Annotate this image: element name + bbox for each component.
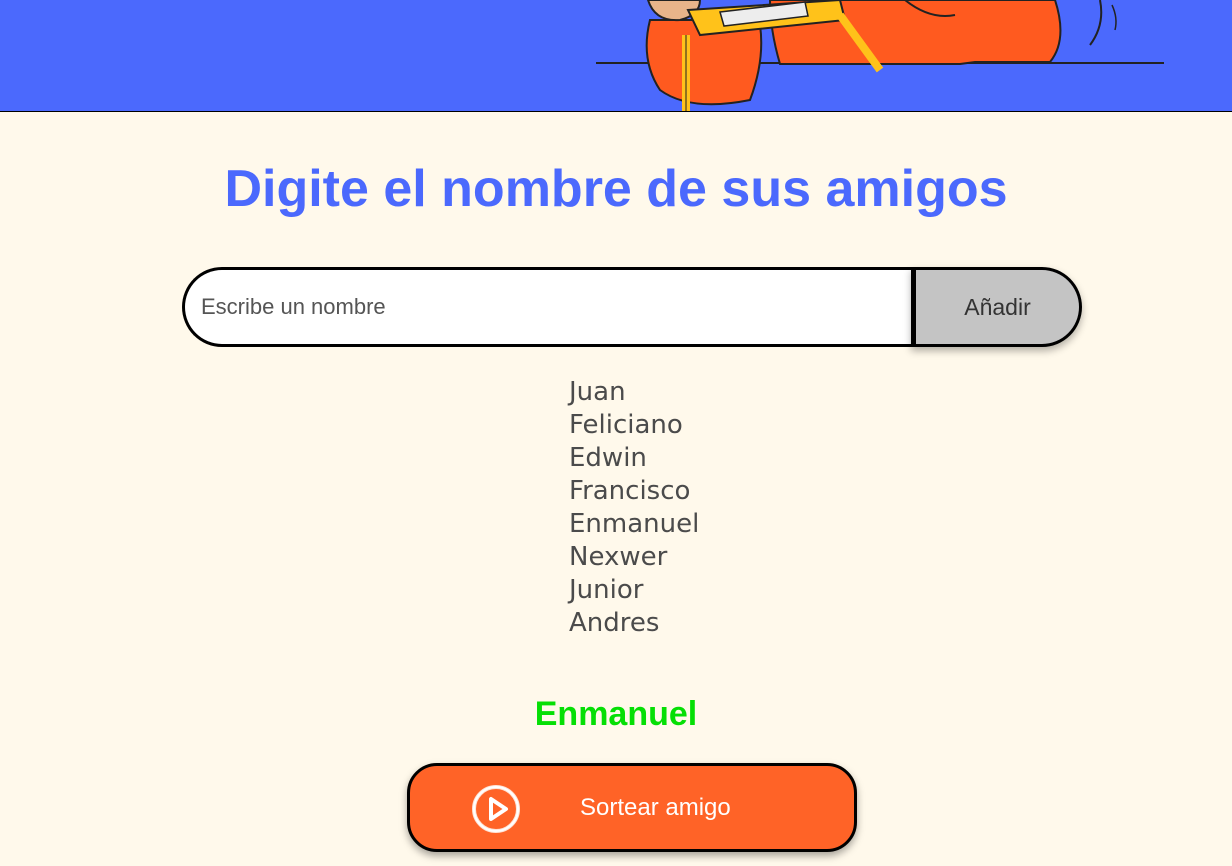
add-button[interactable]: Añadir — [911, 267, 1082, 347]
list-item: Feliciano — [569, 410, 683, 440]
header-illustration — [596, 0, 1164, 111]
list-item: Edwin — [569, 443, 647, 473]
list-item: Juan — [569, 377, 626, 407]
add-friend-form: Añadir — [182, 267, 1082, 347]
draw-friend-button[interactable]: Sortear amigo — [407, 763, 857, 852]
list-item: Andres — [569, 608, 660, 638]
list-item: Francisco — [569, 476, 691, 506]
friend-name-input[interactable] — [182, 267, 914, 347]
play-circle-icon — [472, 785, 520, 833]
friends-list: Juan Feliciano Edwin Francisco Enmanuel … — [569, 376, 699, 640]
page-title: Digite el nombre de sus amigos — [224, 160, 1008, 218]
draw-button-label: Sortear amigo — [580, 794, 731, 821]
header-banner — [0, 0, 1232, 112]
list-item: Enmanuel — [569, 509, 700, 539]
list-item: Junior — [569, 575, 644, 605]
list-item: Nexwer — [569, 542, 668, 572]
main-content: Digite el nombre de sus amigos Añadir Ju… — [0, 112, 1232, 866]
draw-result: Enmanuel — [534, 695, 698, 733]
